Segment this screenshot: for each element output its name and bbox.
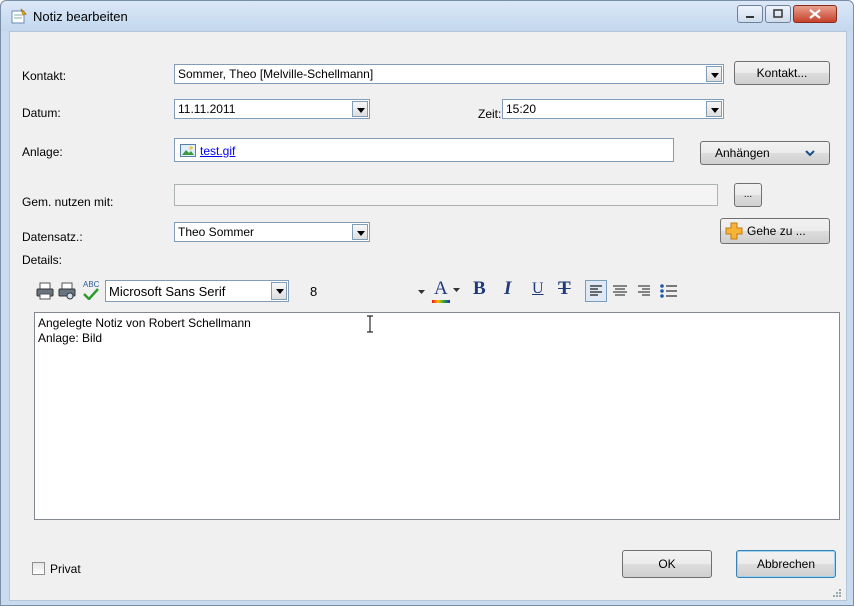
strikethrough-button[interactable]: T [558, 278, 571, 300]
gem-field[interactable] [174, 184, 718, 206]
close-button[interactable] [793, 5, 837, 23]
details-label: Details: [22, 253, 63, 267]
minimize-button[interactable] [737, 5, 763, 23]
print-preview-icon[interactable] [58, 282, 76, 300]
kontakt-combo[interactable]: Sommer, Theo [Melville-Schellmann] [174, 64, 724, 84]
image-file-icon [180, 144, 196, 157]
maximize-icon [773, 9, 783, 18]
close-icon [809, 9, 821, 19]
kontakt-value: Sommer, Theo [Melville-Schellmann] [178, 67, 374, 81]
anlage-field[interactable]: test.gif [174, 138, 674, 162]
font-color-button[interactable]: A [432, 278, 462, 304]
italic-button[interactable]: I [504, 278, 511, 300]
font-name-combo[interactable]: Microsoft Sans Serif [105, 280, 289, 302]
chevron-down-icon[interactable] [418, 290, 425, 295]
editor-line-1: Angelegte Notiz von Robert Schellmann [38, 316, 251, 330]
attachment-link[interactable]: test.gif [200, 144, 235, 158]
resize-grip-icon[interactable] [830, 588, 842, 598]
chevron-down-icon[interactable] [706, 101, 722, 117]
font-name-value: Microsoft Sans Serif [109, 284, 226, 299]
chevron-down-icon [453, 288, 460, 292]
privat-checkbox[interactable] [32, 562, 45, 575]
zeit-combo[interactable]: 15:20 [502, 99, 724, 119]
checkmark-icon [83, 288, 99, 300]
window-title: Notiz bearbeiten [33, 9, 128, 24]
chevron-down-icon [805, 150, 815, 157]
zeit-label: Zeit: [478, 107, 502, 121]
font-size-combo[interactable]: 8 [306, 280, 425, 302]
bold-button[interactable]: B [473, 278, 486, 300]
text-cursor-icon [367, 315, 373, 333]
print-icon[interactable] [36, 282, 54, 300]
chevron-down-icon[interactable] [352, 101, 368, 117]
gem-browse-button[interactable]: ... [734, 183, 762, 207]
underline-button[interactable]: U [532, 280, 544, 298]
align-left-button[interactable] [585, 280, 607, 302]
font-size-value: 8 [310, 284, 318, 299]
editor-line-2: Anlage: Bild [38, 331, 103, 345]
align-center-icon[interactable] [610, 281, 630, 301]
maximize-button[interactable] [765, 5, 791, 23]
ok-button[interactable]: OK [622, 550, 712, 578]
minimize-icon [746, 16, 754, 18]
kontakt-button[interactable]: Kontakt... [734, 61, 830, 85]
anhaengen-dropdown-button[interactable]: Anhängen [700, 141, 830, 165]
plus-icon [725, 222, 743, 240]
datum-label: Datum: [22, 106, 61, 120]
details-editor[interactable]: Angelegte Notiz von Robert Schellmann An… [34, 312, 840, 520]
bullet-list-icon[interactable] [658, 281, 680, 301]
title-bar[interactable]: Notiz bearbeiten [1, 1, 853, 31]
privat-label: Privat [50, 562, 81, 576]
zeit-value: 15:20 [506, 102, 537, 116]
font-color-glyph: A [434, 278, 448, 299]
chevron-down-icon[interactable] [352, 224, 368, 240]
cancel-button[interactable]: Abbrechen [736, 550, 836, 578]
gehezu-label: Gehe zu ... [747, 224, 806, 238]
align-right-icon[interactable] [634, 281, 654, 301]
dialog-window: Notiz bearbeiten Kontakt: Sommer, Theo [… [0, 0, 854, 606]
datensatz-value: Theo Sommer [178, 225, 255, 239]
kontakt-label: Kontakt: [22, 69, 67, 83]
note-icon [11, 8, 27, 24]
spellcheck-icon[interactable]: ABC [80, 280, 102, 302]
align-left-icon [590, 285, 602, 296]
datum-picker[interactable]: 11.11.2011 [174, 99, 370, 119]
color-bar [432, 300, 450, 303]
dialog-client-area: Kontakt: Sommer, Theo [Melville-Schellma… [9, 31, 847, 601]
chevron-down-icon[interactable] [271, 282, 287, 300]
datum-value: 11.11.2011 [178, 102, 236, 116]
anhaengen-label: Anhängen [715, 146, 770, 160]
gem-label: Gem. nutzen mit: [22, 195, 114, 209]
datensatz-label: Datensatz.: [22, 230, 83, 244]
anlage-label: Anlage: [22, 145, 63, 159]
datensatz-combo[interactable]: Theo Sommer [174, 222, 370, 242]
gehezu-button[interactable]: Gehe zu ... [720, 218, 830, 244]
chevron-down-icon[interactable] [706, 66, 722, 82]
